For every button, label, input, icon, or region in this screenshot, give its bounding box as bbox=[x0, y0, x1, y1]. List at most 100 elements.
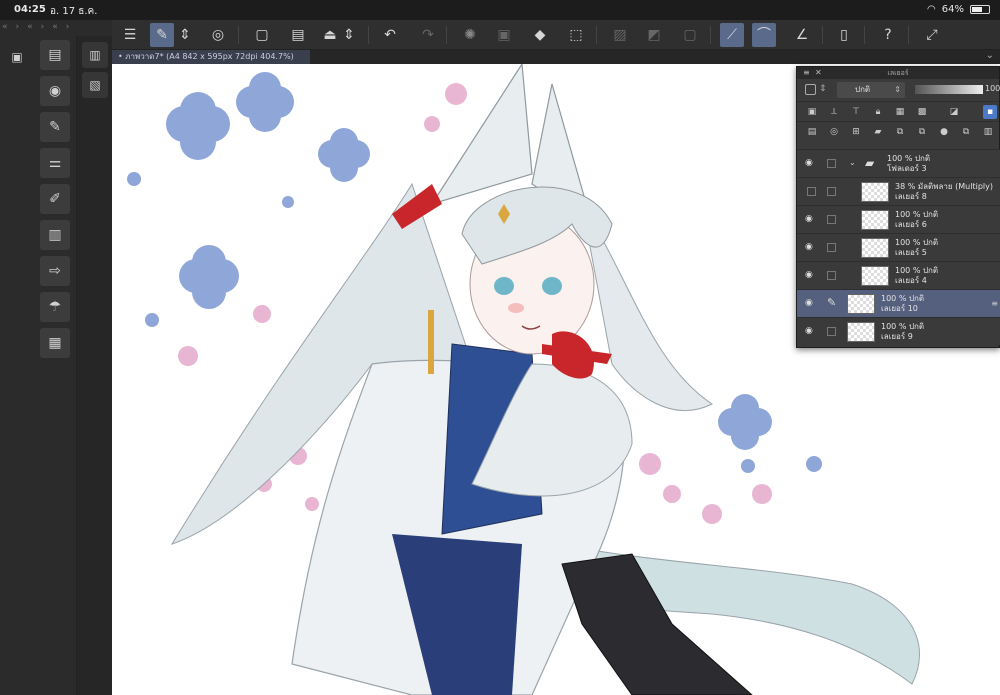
stepper-icon[interactable]: ⇕ bbox=[342, 23, 356, 47]
eye-icon[interactable]: ◉ bbox=[805, 270, 813, 280]
select-tool-icon[interactable]: ✎ bbox=[150, 23, 174, 47]
eye-icon[interactable]: ◉ bbox=[805, 242, 813, 252]
layer-row[interactable]: ◉ ⌄ ▰ 100 % ปกติ โฟลเดอร์ 3 bbox=[797, 149, 1000, 177]
lock-check-icon[interactable] bbox=[805, 84, 816, 95]
frame-icon[interactable]: ▢ bbox=[678, 23, 702, 47]
layer-row[interactable]: ◉ ✎ 100 % ปกติ เลเยอร์ 10 ≡ bbox=[797, 289, 1000, 317]
pen-angle-icon[interactable]: ∠ bbox=[790, 23, 814, 47]
clip-icon[interactable]: ⊤ bbox=[849, 105, 863, 119]
layer-color-icon[interactable]: ▪ bbox=[983, 105, 997, 119]
menu-icon[interactable]: ☰ bbox=[118, 23, 142, 47]
layer-check-icon[interactable] bbox=[827, 187, 836, 196]
toolbar-divider bbox=[446, 26, 447, 44]
layer-opacity: 100 % bbox=[895, 210, 921, 219]
save-icon[interactable]: ▤ bbox=[286, 23, 310, 47]
layer-name: เลเยอร์ 8 bbox=[895, 192, 927, 201]
color-wheel-icon[interactable]: ▥ bbox=[40, 220, 70, 250]
new-folder-icon[interactable]: ▰ bbox=[871, 125, 885, 139]
toolbar-divider bbox=[908, 26, 909, 44]
eye-icon[interactable]: ◉ bbox=[805, 326, 813, 336]
device-icon[interactable]: ▯ bbox=[832, 23, 856, 47]
chevron-down-icon[interactable]: ⌄ bbox=[849, 158, 856, 167]
collapse-right-icon[interactable]: › bbox=[16, 22, 20, 36]
collapse-right-icon[interactable]: › bbox=[41, 22, 45, 36]
layer-panel-titlebar[interactable]: ≡ ✕ เลเยอร์ bbox=[797, 67, 999, 79]
material-icon[interactable]: ▦ bbox=[40, 328, 70, 358]
redo-icon[interactable]: ↷ bbox=[416, 23, 440, 47]
layer-row[interactable]: ◉ 100 % ปกติ เลเยอร์ 4 bbox=[797, 261, 1000, 289]
pen-ruler-icon[interactable]: ⟋ bbox=[720, 23, 744, 47]
toolbar-divider bbox=[368, 26, 369, 44]
tool-property-icon[interactable]: ⚌ bbox=[40, 148, 70, 178]
draft-layer-icon[interactable]: ⟂ bbox=[827, 105, 841, 119]
new-vector-layer-icon[interactable]: ◎ bbox=[827, 125, 841, 139]
duplicate-layer-icon[interactable]: ⧉ bbox=[893, 125, 907, 139]
lock-transparency-icon[interactable]: ▦ bbox=[893, 105, 907, 119]
reference-layer-icon[interactable]: ▣ bbox=[805, 105, 819, 119]
copy-icon[interactable]: ⧉ bbox=[959, 125, 973, 139]
layer-check-icon[interactable] bbox=[827, 159, 836, 168]
no-selection-icon[interactable]: ▨ bbox=[608, 23, 632, 47]
layer-name: เลเยอร์ 10 bbox=[881, 304, 918, 313]
close-icon[interactable]: ✕ bbox=[815, 67, 822, 79]
sub-tool-icon[interactable]: ◉ bbox=[40, 76, 70, 106]
invert-icon[interactable]: ◩ bbox=[642, 23, 666, 47]
battery-fill bbox=[972, 7, 982, 12]
undo-icon[interactable]: ↶ bbox=[378, 23, 402, 47]
blend-mode-select[interactable]: ปกติ ⇕ bbox=[837, 82, 905, 98]
eye-icon[interactable]: ◉ bbox=[805, 298, 813, 308]
layer-check-icon[interactable] bbox=[827, 243, 836, 252]
layer-row[interactable]: ◉ 100 % ปกติ เลเยอร์ 6 bbox=[797, 205, 1000, 233]
panel-menu-icon[interactable]: ≡ bbox=[803, 67, 810, 79]
navigator-icon[interactable]: ▤ bbox=[40, 40, 70, 70]
snap-icon[interactable]: ⌒ bbox=[752, 23, 776, 47]
layer-row[interactable]: 38 % มัลติพลาย (Multiply) เลเยอร์ 8 bbox=[797, 177, 1000, 205]
layer-check-icon[interactable] bbox=[827, 215, 836, 224]
camera-icon[interactable]: ▣ bbox=[4, 44, 30, 70]
drag-handle-icon[interactable]: ≡ bbox=[991, 299, 998, 308]
toolbar-divider bbox=[596, 26, 597, 44]
stepper-icon[interactable]: ⇕ bbox=[819, 84, 827, 94]
new-raster-layer-icon[interactable]: ▤ bbox=[805, 125, 819, 139]
mask-icon[interactable]: ▩ bbox=[915, 105, 929, 119]
ruler-icon[interactable]: ◪ bbox=[947, 105, 961, 119]
layer-row[interactable]: ◉ 100 % ปกติ เลเยอร์ 5 bbox=[797, 233, 1000, 261]
collapse-left-icon[interactable]: « bbox=[27, 22, 33, 36]
crop-icon[interactable]: ⬚ bbox=[564, 23, 588, 47]
collapse-right-icon[interactable]: › bbox=[66, 22, 70, 36]
fullscreen-icon[interactable]: ⤢ bbox=[920, 23, 944, 47]
help-icon[interactable]: ? bbox=[876, 23, 900, 47]
color-set-icon[interactable]: ⇨ bbox=[40, 256, 70, 286]
lock-icon[interactable]: 🔒︎ bbox=[871, 105, 885, 119]
new-page-icon[interactable]: ▢ bbox=[250, 23, 274, 47]
layer-panel-icon[interactable]: ▧ bbox=[82, 72, 108, 98]
new-layer-icon[interactable]: ⊞ bbox=[849, 125, 863, 139]
mask-add-icon[interactable]: ● bbox=[937, 125, 951, 139]
stepper-icon[interactable]: ⇕ bbox=[178, 23, 192, 47]
target-icon[interactable]: ◎ bbox=[206, 23, 230, 47]
fill-icon[interactable]: ◆ bbox=[528, 23, 552, 47]
clip-studio-app: 04:25 อ. 17 ธ.ค. ◠ 64% « › « › « › ☰ ✎ ⇕… bbox=[0, 0, 1000, 695]
eye-icon[interactable]: ◉ bbox=[805, 158, 813, 168]
merge-layer-icon[interactable]: ⧉ bbox=[915, 125, 929, 139]
layer-check-icon[interactable] bbox=[827, 327, 836, 336]
loading-icon[interactable]: ✺ bbox=[458, 23, 482, 47]
opacity-slider[interactable] bbox=[915, 85, 983, 94]
export-icon[interactable]: ⏏ bbox=[318, 23, 342, 47]
brush-icon[interactable]: ✎ bbox=[40, 112, 70, 142]
collapse-left-icon[interactable]: « bbox=[2, 22, 8, 36]
eye-icon[interactable]: ◉ bbox=[805, 214, 813, 224]
layer-row[interactable]: ◉ 100 % ปกติ เลเยอร์ 9 bbox=[797, 317, 1000, 345]
layer-check-icon[interactable] bbox=[827, 271, 836, 280]
color-history-icon[interactable]: ☂ bbox=[40, 292, 70, 322]
hidden-check-icon[interactable] bbox=[807, 187, 816, 196]
document-tab[interactable]: • ภาพวาด7* (A4 842 x 595px 72dpi 404.7%) bbox=[112, 50, 310, 64]
transform-icon[interactable]: ▣ bbox=[492, 23, 516, 47]
brush-size-icon[interactable]: ✐ bbox=[40, 184, 70, 214]
delete-layer-icon[interactable]: ▥ bbox=[981, 125, 995, 139]
panel-collapse-arrows[interactable]: « › « › « › bbox=[0, 22, 112, 36]
chevron-down-icon[interactable]: ⌄ bbox=[986, 50, 994, 61]
layer-opacity: 100 % bbox=[895, 238, 921, 247]
layer-property-icon[interactable]: ▥ bbox=[82, 42, 108, 68]
collapse-left-icon[interactable]: « bbox=[52, 22, 58, 36]
